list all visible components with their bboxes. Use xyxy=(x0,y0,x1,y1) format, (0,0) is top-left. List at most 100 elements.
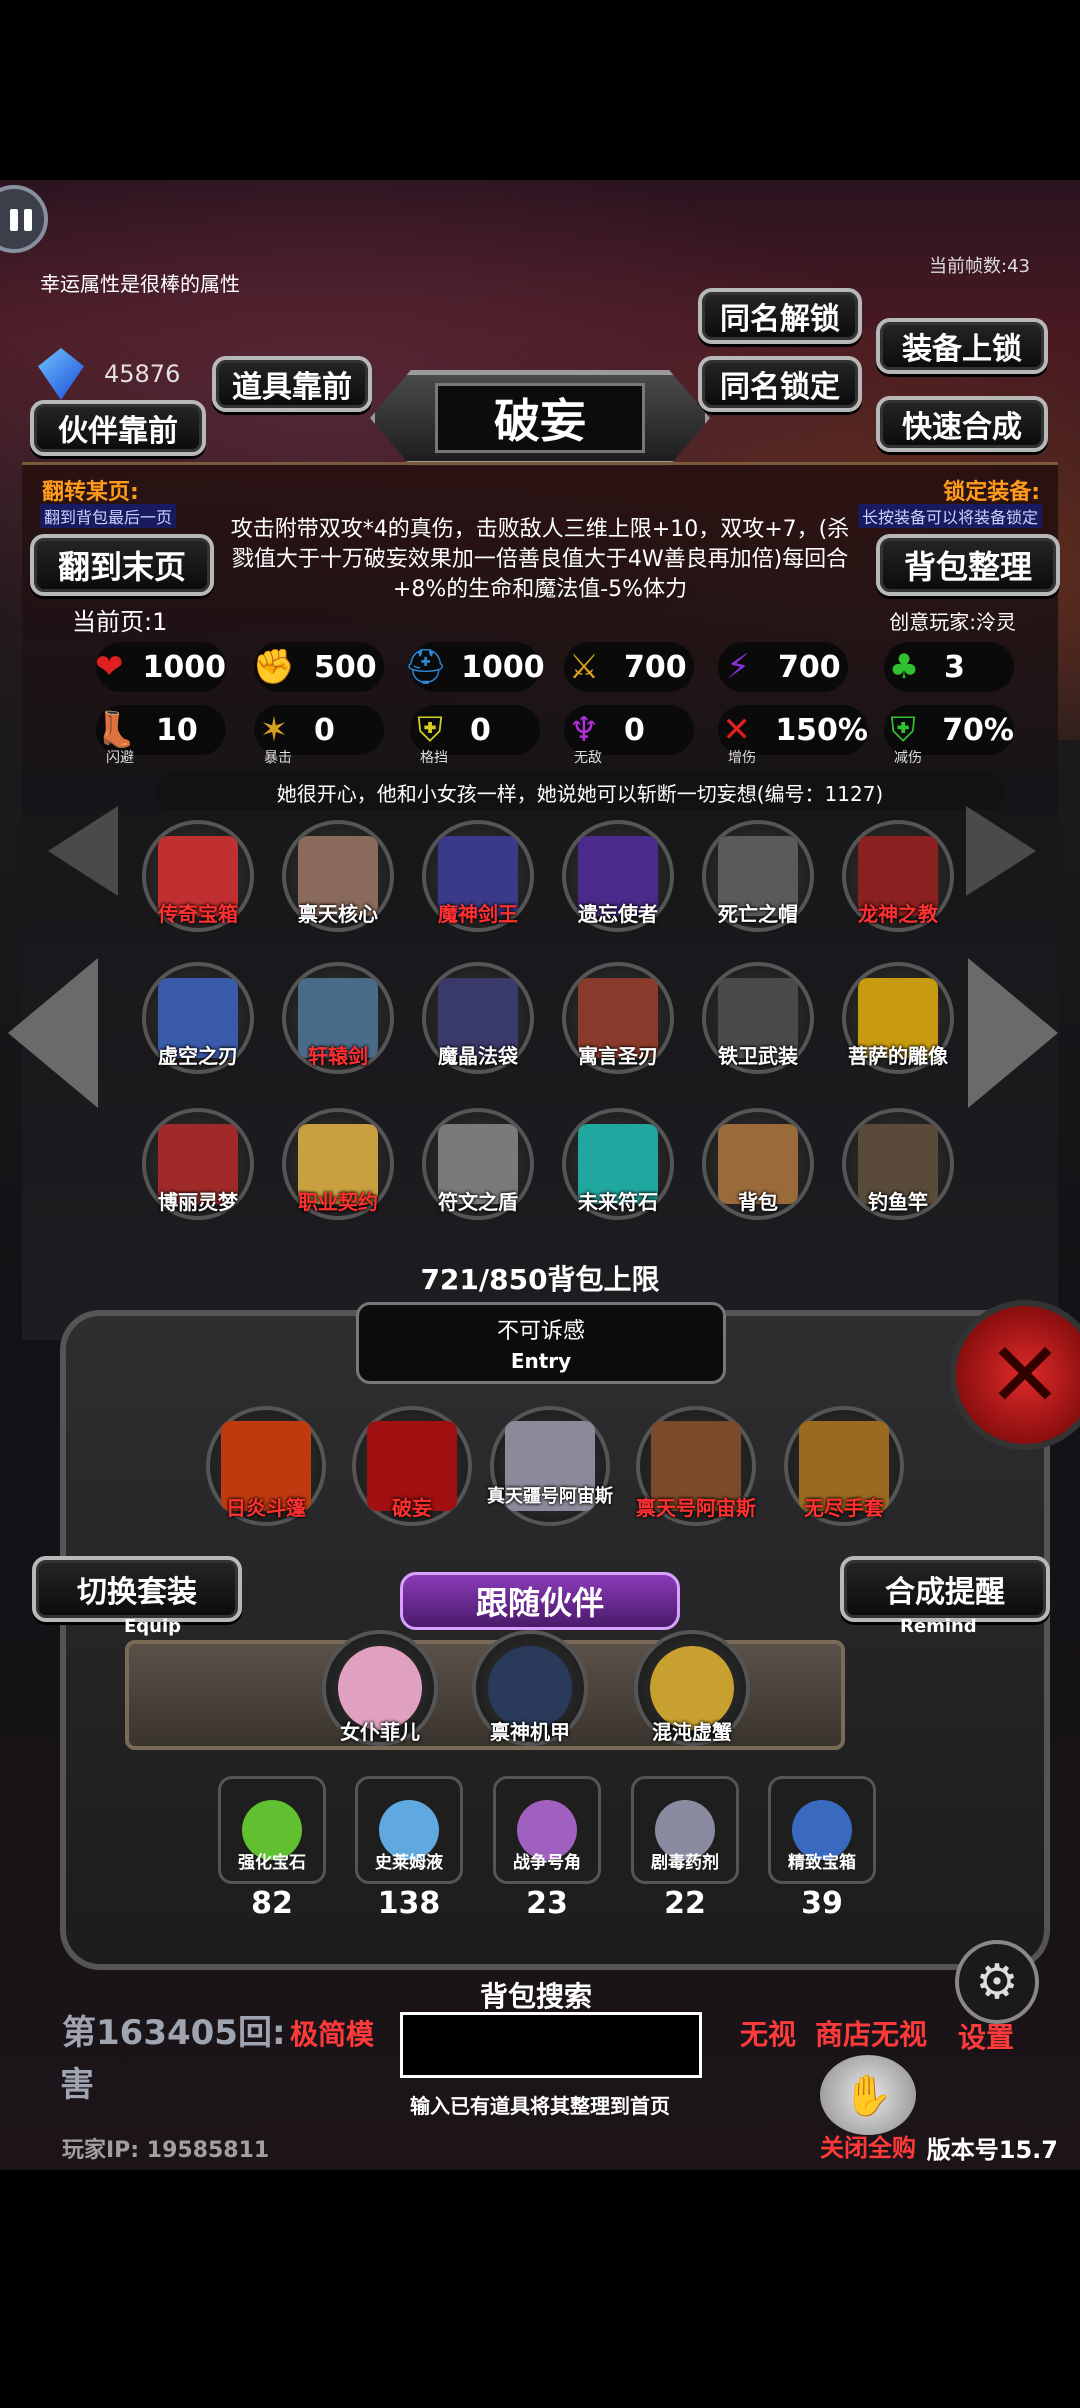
stat-value: 70% xyxy=(942,712,1014,748)
close-icon: ✕ xyxy=(987,1322,1063,1428)
item-title-plate: 破妄 xyxy=(370,370,710,466)
settings-gear-icon[interactable]: ⚙ xyxy=(955,1940,1039,2024)
consumable-count: 138 xyxy=(377,1886,441,1921)
gem-icon xyxy=(38,348,84,400)
stat-caption: 暴击 xyxy=(264,750,292,766)
inventory-label: 虚空之刃 xyxy=(158,1044,238,1068)
settings-link[interactable]: 设置 xyxy=(958,2016,1014,2056)
inventory-label: 钓鱼竿 xyxy=(868,1190,928,1214)
inventory-label: 死亡之帽 xyxy=(718,902,798,926)
consumable-count: 82 xyxy=(251,1886,293,1921)
partner-front-button[interactable]: 伙伴靠前 xyxy=(30,400,206,456)
consumable-count: 23 xyxy=(526,1886,568,1921)
switch-equip-caption: Equip xyxy=(124,1616,182,1637)
inventory-label: 魔晶法袋 xyxy=(438,1044,518,1068)
inventory-label: 符文之盾 xyxy=(438,1190,518,1214)
inventory-label: 铁卫武装 xyxy=(718,1044,798,1068)
equip-lock-button[interactable]: 装备上锁 xyxy=(876,318,1048,374)
inventory-label: 未来符石 xyxy=(578,1190,658,1214)
consumable-count: 22 xyxy=(664,1886,706,1921)
inventory-label: 背包 xyxy=(738,1190,778,1214)
muscle-icon: ✊ xyxy=(252,647,296,687)
round-counter: 第163405回: xyxy=(62,2013,286,2053)
bag-search-input[interactable] xyxy=(400,2012,702,2078)
stat-caption: 减伤 xyxy=(894,750,922,766)
bag-search-title: 背包搜索 xyxy=(480,1980,593,2013)
stat-value: 0 xyxy=(470,712,491,748)
simple-mode-link[interactable]: 极简模 xyxy=(290,2013,374,2053)
inventory-label: 传奇宝箱 xyxy=(158,902,238,926)
switch-equip-button[interactable]: 切换套装 xyxy=(32,1556,242,1622)
stat-value: 0 xyxy=(624,712,645,748)
stat-value: 10 xyxy=(156,712,198,748)
sort-bag-button[interactable]: 背包整理 xyxy=(876,534,1060,596)
row1-stat-3: ⚔ 700 xyxy=(564,642,694,692)
player-ip: 玩家IP: 19585811 xyxy=(62,2138,270,2163)
inventory-label: 寓言圣刃 xyxy=(578,1044,658,1068)
equipped-label: 破妄 xyxy=(392,1496,432,1520)
bag-capacity: 721/850背包上限 xyxy=(420,1263,660,1296)
entry-title: 不可诉感 xyxy=(496,1319,585,1344)
flip-page-title: 翻转某页: xyxy=(42,480,139,505)
stat-caption: 增伤 xyxy=(728,750,756,766)
consumable-name: 史莱姆液 xyxy=(375,1853,443,1873)
equipped-slot[interactable] xyxy=(490,1406,610,1526)
quick-merge-button[interactable]: 快速合成 xyxy=(876,396,1048,452)
version-label: 版本号15.7 xyxy=(926,2136,1058,2164)
shop-ignore-link[interactable]: 商店无视 xyxy=(815,2013,927,2053)
companion-label: 禀神机甲 xyxy=(490,1720,570,1744)
stat-value: 3 xyxy=(944,649,965,685)
inventory-label: 魔神剑王 xyxy=(438,902,518,926)
creator-credit: 创意玩家:泠灵 xyxy=(889,610,1016,634)
companion-label: 混沌虚蟹 xyxy=(652,1720,732,1744)
row1-stat-2: ⛑ 1000 xyxy=(404,642,545,692)
entry-plate: 不可诉感 Entry xyxy=(356,1302,726,1384)
inventory-label: 菩萨的雕像 xyxy=(848,1044,948,1068)
bag-search-hint: 输入已有道具将其整理到首页 xyxy=(410,2094,670,2118)
equipped-label: 真天疆号阿宙斯 xyxy=(487,1486,613,1507)
switch-equip-label: 切换套装 xyxy=(77,1575,197,1610)
inventory-label: 龙神之教 xyxy=(858,902,938,926)
same-name-unlock-button[interactable]: 同名解锁 xyxy=(698,288,862,344)
inventory-label: 博丽灵梦 xyxy=(158,1190,238,1214)
consumable-name: 剧毒药剂 xyxy=(651,1853,719,1873)
close-buy-link[interactable]: 关闭全购 xyxy=(820,2128,916,2163)
stat-value: 1000 xyxy=(142,649,227,685)
sword-icon: ⚔ xyxy=(568,647,600,687)
entry-sub: Entry xyxy=(510,1349,572,1373)
last-page-button[interactable]: 翻到末页 xyxy=(30,534,214,596)
game-screen: { "hud": { "fps": "当前帧数:43", "hint": "幸运… xyxy=(0,0,1080,2408)
stat-caption: 闪避 xyxy=(106,750,134,766)
consumable-name: 战争号角 xyxy=(513,1853,581,1873)
flip-page-sub: 翻到背包最后一页 xyxy=(40,504,177,528)
heart-icon: ❤ xyxy=(95,647,124,687)
merge-remind-button[interactable]: 合成提醒 xyxy=(840,1556,1050,1622)
row1-stat-0: ❤ 1000 xyxy=(95,642,227,692)
round-counter-cont: 害 xyxy=(60,2065,94,2105)
row1-stat-1: ✊ 500 xyxy=(253,642,384,692)
stat-value: 1000 xyxy=(461,649,545,685)
item-title: 破妄 xyxy=(435,383,645,453)
items-front-button[interactable]: 道具靠前 xyxy=(212,356,372,412)
consumable-name: 强化宝石 xyxy=(238,1853,306,1873)
merge-remind-label: 合成提醒 xyxy=(885,1575,1005,1610)
merge-remind-caption: Remind xyxy=(900,1616,977,1637)
inventory-label: 轩辕剑 xyxy=(308,1044,368,1068)
helmet-icon: ⛑ xyxy=(404,647,448,687)
lightning-icon: ⚡ xyxy=(726,647,750,687)
stat-caption: 无敌 xyxy=(574,750,602,766)
ignore-link[interactable]: 无视 xyxy=(740,2013,796,2053)
stat-value: 500 xyxy=(314,649,377,685)
equipped-label: 无尽手套 xyxy=(804,1496,884,1520)
item-description: 攻击附带双攻*4的真伤，击败敌人三维上限+10，双攻+7，(杀戮值大于十万破妄效… xyxy=(230,517,850,602)
stat-caption: 格挡 xyxy=(420,750,448,766)
consumable-name: 精致宝箱 xyxy=(788,1853,856,1873)
inventory-label: 禀天核心 xyxy=(298,902,378,926)
clover-icon: ♣ xyxy=(888,647,920,687)
stat-value: 0 xyxy=(314,712,335,748)
inventory-label: 遗忘使者 xyxy=(578,902,658,926)
lock-equip-title: 锁定装备: xyxy=(943,480,1040,505)
same-name-lock-button[interactable]: 同名锁定 xyxy=(698,356,862,412)
buy-hand-icon[interactable]: ✋ xyxy=(820,2055,916,2135)
companion-title: 跟随伙伴 xyxy=(400,1572,680,1630)
